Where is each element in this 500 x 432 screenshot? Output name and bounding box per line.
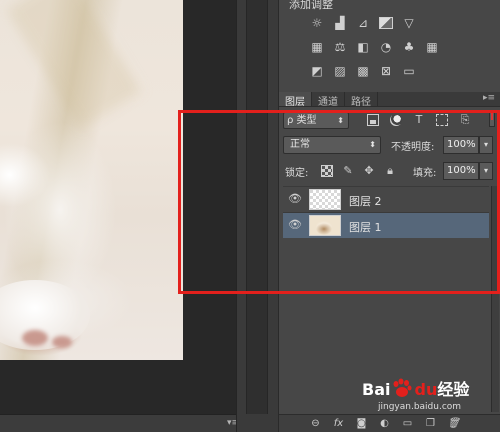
link-layers-icon[interactable]: ⊖ (309, 417, 322, 430)
levels-icon[interactable]: ▟ (332, 16, 348, 30)
lock-position-icon[interactable]: ✥ (363, 165, 375, 177)
collapsed-panel-strip[interactable] (246, 0, 268, 414)
layer-filter-row: ρ 类型 ⬍ T ⎘ (283, 111, 497, 131)
brightness-icon[interactable]: ☼ (309, 16, 325, 30)
photo-filter-icon[interactable]: ◔ (378, 40, 394, 54)
watermark-brand-b: du (414, 380, 438, 399)
image-paw-toe (22, 330, 48, 346)
posterize-icon[interactable]: ▨ (332, 64, 348, 78)
type-layer-filter-icon[interactable]: T (413, 114, 425, 126)
lock-icons: ✎ ✥ 🔒︎ (321, 165, 396, 177)
opacity-dropdown-button[interactable]: ▾ (479, 136, 493, 154)
filter-toggle-switch[interactable] (489, 111, 495, 127)
threshold-icon[interactable]: ▩ (355, 64, 371, 78)
image-paw-toe (52, 336, 72, 348)
fill-input[interactable]: 100% (443, 162, 479, 180)
adjustments-row-3: ◩ ▨ ▩ ⊠ ▭ (309, 64, 417, 78)
curves-icon[interactable]: ⊿ (355, 16, 371, 30)
smart-object-filter-icon[interactable]: ⎘ (459, 114, 471, 126)
fill-dropdown-button[interactable]: ▾ (479, 162, 493, 180)
filter-icons: T ⎘ (367, 114, 471, 126)
adjustments-row-2: ▦ ⚖ ◧ ◔ ♣ ▦ (309, 40, 440, 54)
layer-thumbnail (309, 189, 341, 210)
layer-thumbnail (309, 215, 341, 236)
invert-icon[interactable]: ◩ (309, 64, 325, 78)
layer-name[interactable]: 图层 2 (349, 193, 382, 209)
layers-panel-tabs: 图层 通道 路径 ▸≡ (279, 92, 500, 108)
adjustments-title: 添加调整 (289, 0, 333, 11)
channel-mixer-icon[interactable]: ♣ (401, 40, 417, 54)
adjustments-row-1: ☼ ▟ ⊿ ▽ (309, 16, 417, 30)
selective-color-icon[interactable]: ⊠ (378, 64, 394, 78)
lock-pixels-icon[interactable]: ✎ (342, 165, 354, 177)
layer-filter-select[interactable]: ρ 类型 ⬍ (283, 112, 349, 129)
layers-list: 👁︎ 图层 2 👁︎ 图层 1 (283, 186, 489, 238)
layer-row[interactable]: 👁︎ 图层 2 (283, 186, 489, 212)
opacity-label: 不透明度: (391, 142, 435, 153)
tab-paths[interactable]: 路径 (345, 92, 378, 108)
watermark-brand-a: Bai (362, 380, 391, 399)
blend-mode-select[interactable]: 正常 ⬍ (283, 136, 381, 154)
photoshop-window: ▾≡ 添加调整 ☼ ▟ ⊿ ▽ ▦ ⚖ ◧ ◔ ♣ ▦ ◩ ▨ ▩ ⊠ ▭ 图层… (0, 0, 500, 432)
stepper-arrows-icon: ⬍ (369, 140, 376, 149)
tab-layers[interactable]: 图层 (279, 92, 312, 108)
lock-all-icon[interactable]: 🔒︎ (384, 165, 396, 177)
right-panel: 添加调整 ☼ ▟ ⊿ ▽ ▦ ⚖ ◧ ◔ ♣ ▦ ◩ ▨ ▩ ⊠ ▭ 图层 通道… (278, 0, 500, 432)
lock-transparency-icon[interactable] (321, 165, 333, 177)
layer-name[interactable]: 图层 1 (349, 219, 382, 235)
baidu-jingyan-watermark: Bai du经验 jingyan.baidu.com (362, 376, 494, 426)
panel-dock-gutter (236, 0, 278, 432)
vibrance-icon[interactable]: ▽ (401, 16, 417, 30)
hue-saturation-icon[interactable]: ▦ (309, 40, 325, 54)
image-blur-stripe (8, 0, 142, 128)
document-image[interactable] (0, 0, 183, 360)
watermark-brand-c: 经验 (437, 380, 470, 399)
layer-row-selected[interactable]: 👁︎ 图层 1 (283, 212, 489, 238)
panel-menu-icon[interactable]: ▸≡ (483, 93, 495, 103)
color-lookup-icon[interactable]: ▦ (424, 40, 440, 54)
document-canvas-area[interactable]: ▾≡ (0, 0, 245, 432)
watermark-logo: Bai du经验 (362, 376, 469, 400)
adjustment-layer-filter-icon[interactable] (390, 114, 402, 126)
blend-mode-value: 正常 (290, 139, 310, 150)
lock-label: 锁定: (285, 168, 309, 179)
opacity-input[interactable]: 100% (443, 136, 479, 154)
pixel-layer-filter-icon[interactable] (367, 114, 379, 126)
visibility-eye-icon[interactable]: 👁︎ (288, 219, 302, 231)
shape-layer-filter-icon[interactable] (436, 114, 448, 126)
gradient-map-icon[interactable]: ▭ (401, 64, 417, 78)
canvas-status-bar: ▾≡ (0, 414, 245, 432)
lock-row: 锁定: ✎ ✥ 🔒︎ 填充: 100% ▾ (283, 162, 497, 182)
exposure-icon[interactable] (378, 16, 394, 30)
visibility-eye-icon[interactable]: 👁︎ (288, 193, 302, 205)
fx-icon[interactable]: fx (332, 417, 345, 430)
color-balance-icon[interactable]: ⚖ (332, 40, 348, 54)
black-white-icon[interactable]: ◧ (355, 40, 371, 54)
baidu-paw-icon (393, 378, 412, 397)
stepper-arrows-icon: ⬍ (337, 116, 344, 125)
filter-select-label: ρ 类型 (287, 115, 317, 126)
fill-label: 填充: (413, 168, 437, 179)
blend-row: 正常 ⬍ 不透明度: 100% ▾ (283, 136, 497, 156)
watermark-url: jingyan.baidu.com (378, 402, 462, 412)
tab-channels[interactable]: 通道 (312, 92, 345, 108)
